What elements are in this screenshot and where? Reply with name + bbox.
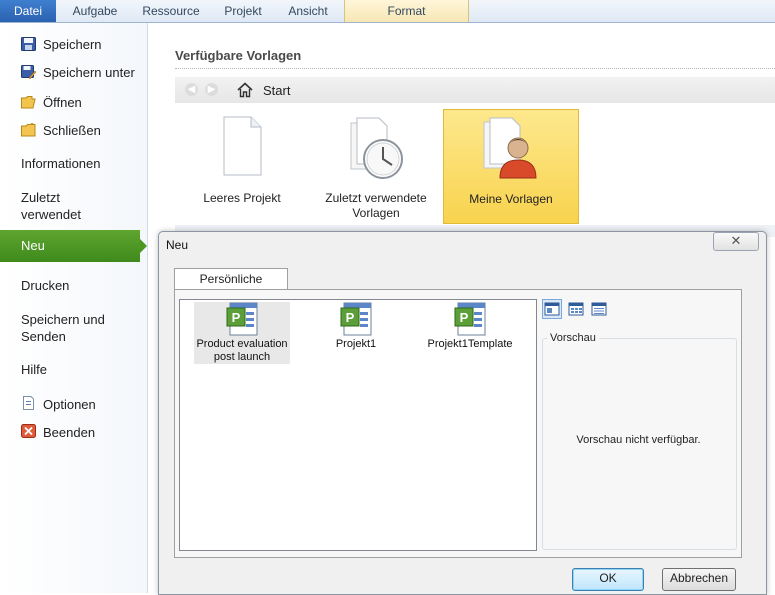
nav-save-label: Speichern — [43, 37, 102, 52]
my-templates-person-icon — [483, 117, 537, 179]
ok-button[interactable]: OK — [572, 568, 644, 591]
save-as-icon — [21, 65, 36, 79]
svg-text:P: P — [232, 310, 241, 325]
large-icons-view-icon — [544, 302, 560, 316]
list-view-icon — [568, 302, 584, 316]
preview-label: Vorschau — [547, 332, 599, 344]
backstage-navigation: Speichern Speichern unter Öffnen Schließ… — [0, 23, 148, 593]
template-tile-blank-project[interactable]: Leeres Projekt — [175, 109, 309, 222]
svg-text:P: P — [346, 310, 355, 325]
tab-aufgabe[interactable]: Aufgabe — [62, 0, 128, 22]
nav-optionen-label: Optionen — [43, 397, 96, 412]
nav-drucken[interactable]: Drucken — [0, 275, 147, 295]
templates-listbox[interactable]: P Product evaluation post launch P Proje… — [179, 299, 537, 551]
options-document-icon — [23, 396, 34, 410]
preview-unavailable-text: Vorschau nicht verfügbar. — [576, 434, 701, 446]
nav-speichern-und-senden[interactable]: Speichern und Senden — [0, 309, 147, 345]
nav-close[interactable]: Schließen — [0, 121, 147, 139]
template-label: Projekt1 — [335, 338, 377, 350]
open-folder-icon — [21, 96, 36, 109]
tile-label: Leeres Projekt — [203, 191, 281, 205]
new-dialog: Neu ✕ Persönliche Vorlagen P Product eva… — [158, 231, 767, 595]
close-icon: ✕ — [730, 233, 742, 248]
recent-templates-clock-icon — [350, 117, 403, 179]
nav-neu-label: Neu — [21, 238, 45, 253]
nav-hilfe-label: Hilfe — [21, 362, 48, 377]
nav-save[interactable]: Speichern — [0, 35, 147, 53]
list-view-button[interactable] — [566, 299, 586, 319]
blank-document-icon — [223, 116, 262, 176]
large-icons-view-button[interactable] — [542, 299, 562, 319]
nav-drucken-label: Drucken — [21, 278, 70, 293]
nav-open[interactable]: Öffnen — [0, 93, 147, 111]
nav-informationen-label: Informationen — [21, 156, 101, 171]
tab-personal-templates[interactable]: Persönliche Vorlagen — [174, 268, 288, 306]
breadcrumb-start[interactable]: Start — [263, 83, 290, 98]
template-item-projekt1template[interactable]: P Projekt1Template — [422, 302, 518, 351]
tab-projekt[interactable]: Projekt — [214, 0, 272, 22]
nav-optionen[interactable]: Optionen — [0, 395, 147, 413]
nav-hilfe[interactable]: Hilfe — [0, 359, 147, 379]
ribbon-tab-bar: Datei Aufgabe Ressource Projekt Ansicht … — [0, 0, 775, 23]
tab-ressource[interactable]: Ressource — [137, 0, 205, 22]
close-folder-icon — [21, 123, 36, 137]
template-label: Projekt1Template — [427, 338, 513, 350]
template-tile-recent[interactable]: Zuletzt verwendete Vorlagen — [309, 109, 443, 222]
nav-beenden[interactable]: Beenden — [0, 423, 147, 441]
template-label: Product evaluation post launch — [196, 338, 288, 363]
nav-informationen[interactable]: Informationen — [0, 153, 147, 173]
nav-close-label: Schließen — [43, 123, 101, 138]
forward-arrow-icon[interactable]: ▶ — [205, 83, 218, 96]
details-view-button[interactable] — [589, 299, 609, 319]
section-divider — [175, 68, 775, 69]
project-template-icon: P — [454, 302, 486, 336]
dialog-close-button[interactable]: ✕ — [713, 232, 759, 251]
project-template-icon: P — [340, 302, 372, 336]
project-template-icon: P — [226, 302, 258, 336]
tab-panel: P Product evaluation post launch P Proje… — [174, 289, 742, 558]
breadcrumb: ◀ ▶ Start — [175, 77, 775, 103]
nav-open-label: Öffnen — [43, 95, 82, 110]
tab-format[interactable]: Format — [344, 0, 469, 22]
tile-label: Zuletzt verwendete Vorlagen — [325, 191, 427, 220]
nav-save-as-label: Speichern unter — [43, 65, 135, 80]
cancel-button[interactable]: Abbrechen — [662, 568, 736, 591]
nav-neu[interactable]: Neu — [0, 230, 147, 262]
template-tile-my-templates[interactable]: Meine Vorlagen — [443, 109, 579, 224]
tab-datei[interactable]: Datei — [0, 0, 56, 22]
tile-label: Meine Vorlagen — [469, 192, 553, 206]
nav-zuletzt-verwendet-label: Zuletzt verwendet — [21, 190, 81, 222]
dialog-title: Neu — [166, 238, 189, 252]
exit-icon — [21, 424, 36, 438]
save-floppy-icon — [21, 37, 36, 51]
nav-speichern-und-senden-label: Speichern und Senden — [21, 312, 105, 344]
section-title: Verfügbare Vorlagen — [175, 48, 302, 63]
details-view-icon — [591, 302, 607, 316]
tab-ansicht[interactable]: Ansicht — [280, 0, 336, 22]
back-arrow-icon[interactable]: ◀ — [185, 83, 198, 96]
nav-save-as[interactable]: Speichern unter — [0, 63, 147, 81]
template-item-projekt1[interactable]: P Projekt1 — [308, 302, 404, 351]
svg-text:P: P — [460, 310, 469, 325]
home-icon[interactable] — [237, 82, 253, 98]
nav-zuletzt-verwendet[interactable]: Zuletzt verwendet — [0, 187, 147, 223]
nav-beenden-label: Beenden — [43, 425, 96, 440]
template-item-product-evaluation[interactable]: P Product evaluation post launch — [194, 302, 290, 364]
